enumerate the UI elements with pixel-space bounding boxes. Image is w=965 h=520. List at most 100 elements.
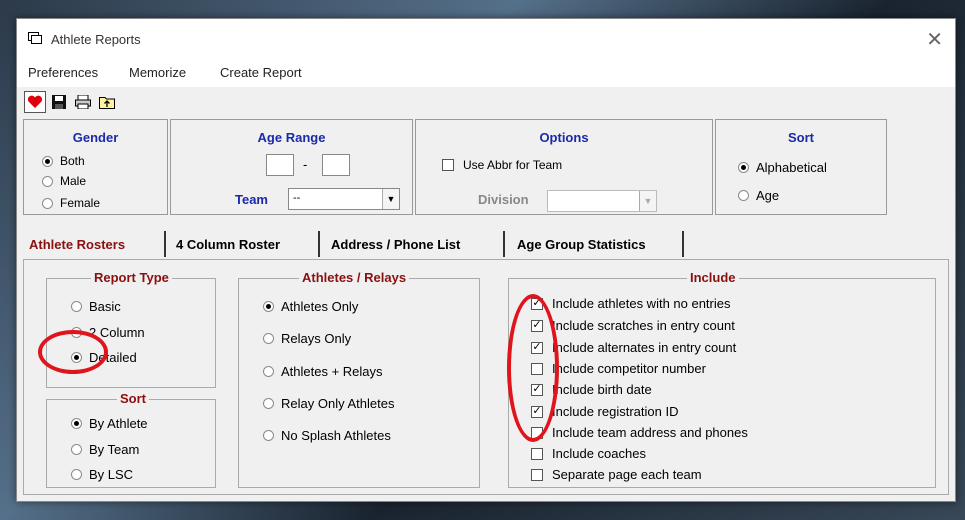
checkbox-box: [442, 159, 454, 171]
include-competitor-number-checkbox[interactable]: Include competitor number: [531, 361, 706, 376]
team-select[interactable]: -- ▼: [288, 188, 400, 210]
checkbox-box: ✓: [531, 341, 543, 354]
heart-icon: [27, 95, 43, 108]
radio-label: Athletes Only: [281, 299, 359, 314]
menu-create-report[interactable]: Create Report: [220, 65, 302, 80]
no-splash-athletes-radio[interactable]: No Splash Athletes: [263, 428, 391, 443]
sort-group-title: Sort: [117, 391, 149, 406]
radio-label: Both: [60, 154, 85, 168]
include-scratches-checkbox[interactable]: ✓ Include scratches in entry count: [531, 318, 735, 333]
checkbox-label: Include alternates in entry count: [552, 340, 737, 355]
tab-athlete-rosters[interactable]: Athlete Rosters: [29, 231, 166, 257]
include-coaches-checkbox[interactable]: Include coaches: [531, 446, 646, 461]
checkbox-box: ✓: [531, 383, 543, 396]
team-label: Team: [235, 192, 268, 207]
use-abbr-checkbox[interactable]: Use Abbr for Team: [442, 158, 562, 172]
radio-dot: [71, 444, 82, 455]
sort-by-team-radio[interactable]: By Team: [71, 442, 139, 457]
sort-by-lsc-radio[interactable]: By LSC: [71, 467, 133, 482]
radio-label: By Athlete: [89, 416, 148, 431]
checkbox-box: [531, 468, 543, 481]
radio-dot: [71, 418, 82, 429]
checkbox-label: Separate page each team: [552, 467, 702, 482]
age-max-input[interactable]: [322, 154, 350, 176]
relay-only-athletes-radio[interactable]: Relay Only Athletes: [263, 396, 394, 411]
radio-label: Female: [60, 196, 101, 210]
tab-4-column-roster[interactable]: 4 Column Roster: [176, 231, 320, 257]
age-range-title: Age Range: [257, 130, 326, 145]
sort-alphabetical-radio[interactable]: Alphabetical: [738, 160, 827, 175]
tab-address-phone-list[interactable]: Address / Phone List: [331, 231, 505, 257]
report-tabs: Athlete Rosters 4 Column Roster Address …: [17, 231, 955, 257]
include-team-address-checkbox[interactable]: Include team address and phones: [531, 425, 748, 440]
checkbox-label: Include team address and phones: [552, 425, 748, 440]
options-panel: Options Use Abbr for Team Division ▼: [415, 119, 713, 215]
age-range-separator: -: [303, 157, 308, 172]
athletes-plus-relays-radio[interactable]: Athletes + Relays: [263, 364, 383, 379]
gender-both-radio[interactable]: Both: [42, 154, 85, 168]
athletes-relays-title: Athletes / Relays: [299, 270, 410, 285]
sort-title: Sort: [788, 130, 814, 145]
radio-label: Relay Only Athletes: [281, 396, 395, 411]
age-min-input[interactable]: [266, 154, 294, 176]
checkbox-label: Include registration ID: [552, 404, 679, 419]
radio-dot: [263, 430, 274, 441]
save-button[interactable]: [48, 91, 70, 113]
relays-only-radio[interactable]: Relays Only: [263, 331, 351, 346]
radio-label: Age: [756, 188, 780, 203]
checkbox-label: Include birth date: [552, 382, 652, 397]
include-no-entries-checkbox[interactable]: ✓ Include athletes with no entries: [531, 296, 731, 311]
menu-bar: Preferences Memorize Create Report: [17, 59, 955, 87]
window-title: Athlete Reports: [51, 32, 141, 47]
report-type-detailed-radio[interactable]: Detailed: [71, 350, 137, 365]
team-select-value: --: [293, 192, 301, 204]
report-type-basic-radio[interactable]: Basic: [71, 299, 121, 314]
include-alternates-checkbox[interactable]: ✓ Include alternates in entry count: [531, 340, 736, 355]
radio-label: Athletes + Relays: [281, 364, 383, 379]
title-bar: Athlete Reports ✕: [17, 19, 955, 59]
options-title: Options: [539, 130, 589, 145]
export-button[interactable]: [96, 91, 118, 113]
athletes-only-radio[interactable]: Athletes Only: [263, 299, 358, 314]
checkbox-label: Include athletes with no entries: [552, 296, 731, 311]
checkbox-box: [531, 447, 543, 460]
include-registration-id-checkbox[interactable]: ✓ Include registration ID: [531, 404, 678, 419]
checkbox-box: ✓: [531, 297, 543, 310]
window-icon: [28, 32, 42, 44]
radio-label: By LSC: [89, 467, 134, 482]
sort-age-radio[interactable]: Age: [738, 188, 779, 203]
division-select[interactable]: ▼: [547, 190, 657, 212]
menu-preferences[interactable]: Preferences: [28, 65, 98, 80]
favorite-button[interactable]: [24, 91, 46, 113]
gender-female-radio[interactable]: Female: [42, 196, 100, 210]
separate-page-checkbox[interactable]: Separate page each team: [531, 467, 702, 482]
menu-memorize[interactable]: Memorize: [129, 65, 186, 80]
division-label: Division: [478, 192, 529, 207]
include-birth-date-checkbox[interactable]: ✓ Include birth date: [531, 382, 652, 397]
tab-label: 4 Column Roster: [176, 236, 281, 252]
tab-age-group-statistics[interactable]: Age Group Statistics: [517, 231, 684, 257]
checkbox-box: ✓: [531, 319, 543, 332]
sort-by-athlete-radio[interactable]: By Athlete: [71, 416, 148, 431]
radio-dot: [263, 333, 274, 344]
folder-up-icon: [99, 97, 115, 109]
print-button[interactable]: [72, 91, 94, 113]
radio-label: Male: [60, 174, 87, 188]
radio-dot: [263, 301, 274, 312]
athlete-rosters-tab-body: Report Type Basic 2 Column Detailed Sort…: [23, 259, 949, 495]
radio-dot: [263, 366, 274, 377]
tab-label: Age Group Statistics: [517, 236, 646, 252]
include-title: Include: [687, 270, 739, 285]
age-range-panel: Age Range - Team -- ▼: [170, 119, 413, 215]
close-icon[interactable]: ✕: [926, 27, 943, 52]
radio-dot: [71, 327, 82, 338]
radio-dot: [42, 155, 53, 167]
report-type-2-column-radio[interactable]: 2 Column: [71, 325, 145, 340]
radio-label: Detailed: [89, 350, 137, 365]
radio-dot: [71, 301, 82, 312]
gender-male-radio[interactable]: Male: [42, 174, 86, 188]
printer-icon: [75, 95, 91, 109]
toolbar: [17, 87, 955, 117]
checkbox-box: [531, 426, 543, 439]
radio-dot: [42, 175, 53, 187]
